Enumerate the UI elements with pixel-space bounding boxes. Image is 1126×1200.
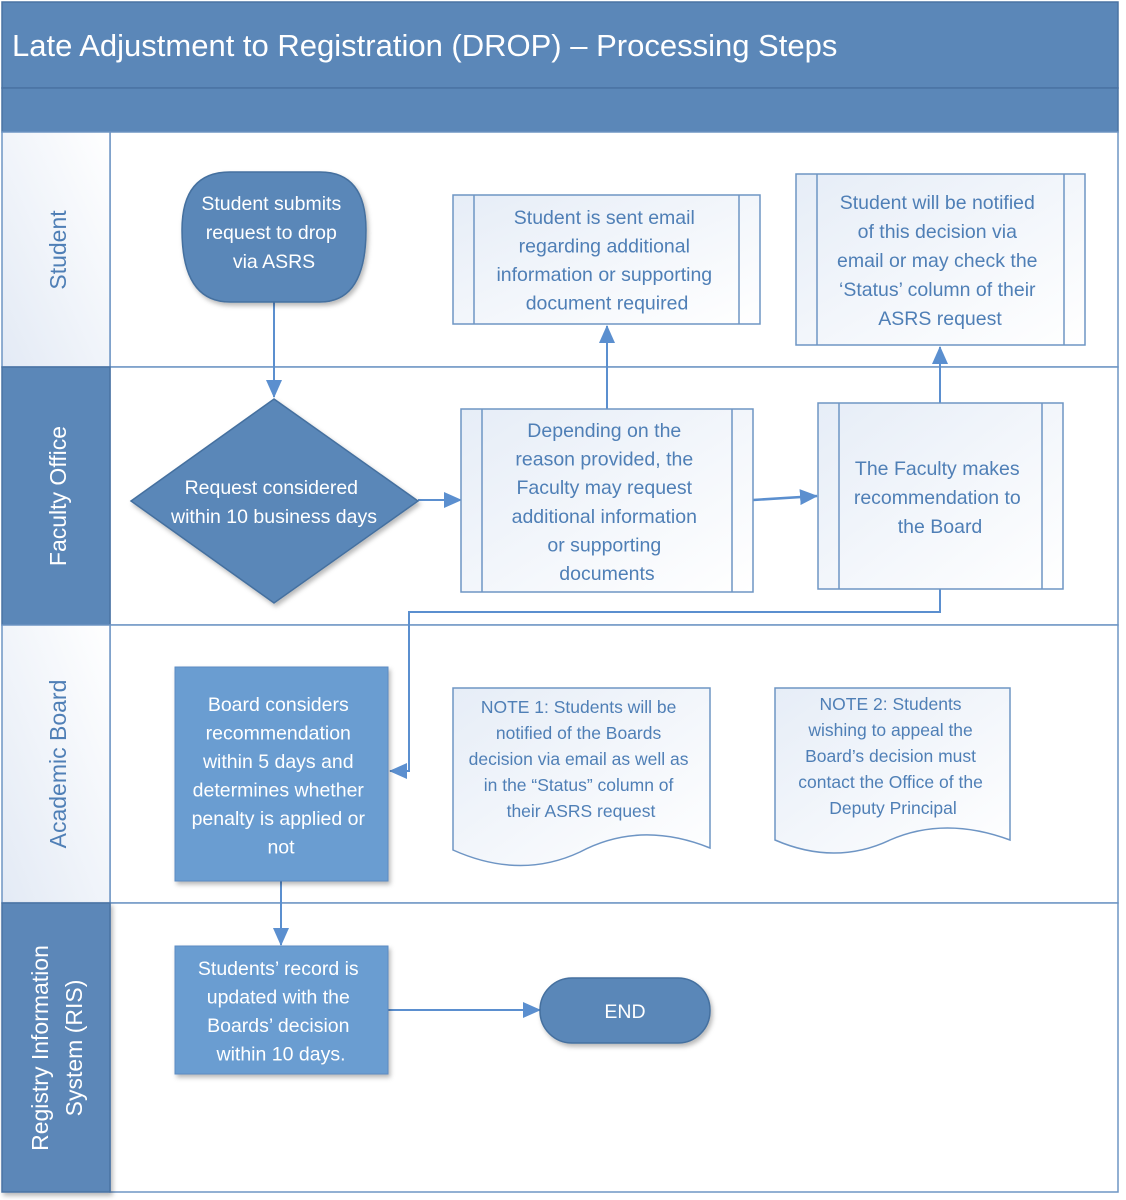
text-line: Deputy Principal: [829, 798, 956, 818]
node-email-required[interactable]: Student is sent email regarding addition…: [452, 194, 761, 325]
text-line: reason provided, the: [515, 449, 693, 471]
text-line: NOTE 2: Students: [820, 694, 962, 714]
lane-ris-label-line1: Registry Information: [27, 945, 53, 1151]
text-line: documents: [559, 563, 655, 585]
text-line: Faculty may request: [517, 477, 693, 499]
text-line: document required: [526, 293, 689, 315]
text-line: via ASRS: [233, 251, 315, 273]
lane-ris-label-line2: System (RIS): [61, 980, 87, 1117]
node-start[interactable]: Student submits request to drop via ASRS: [181, 171, 367, 303]
text-line: ASRS request: [878, 308, 1002, 330]
text-line: The Faculty makes: [855, 458, 1020, 480]
text-line: Depending on the: [527, 420, 681, 442]
lane-student-label: Student: [45, 210, 71, 290]
text-line: additional information: [512, 506, 697, 528]
text-line: Students’ record is: [198, 958, 359, 980]
text-line: recommendation: [206, 723, 351, 745]
header: Late Adjustment to Registration (DROP) –…: [1, 1, 1119, 133]
page-title: Late Adjustment to Registration (DROP) –…: [12, 28, 837, 63]
text-line: Boards’ decision: [207, 1015, 349, 1037]
lane-ris-header: [1, 902, 111, 1193]
text-line: request to drop: [206, 222, 337, 244]
text-line: within 5 days and: [202, 751, 354, 773]
subheader-band: [1, 87, 1119, 133]
node-end[interactable]: END: [539, 977, 711, 1044]
text-line: ‘Status’ column of their: [839, 279, 1036, 301]
node-board-considers[interactable]: Board considers recommendation within 5 …: [174, 666, 389, 882]
text-line: wishing to appeal the: [807, 720, 972, 740]
text-line: penalty is applied or: [192, 808, 366, 830]
node-notified[interactable]: Student will be notified of this decisio…: [795, 173, 1086, 346]
text-line: contact the Office of the: [798, 772, 983, 792]
lane-board-label: Academic Board: [45, 680, 71, 849]
text-line: Student is sent email: [514, 207, 695, 229]
text-line: their ASRS request: [507, 801, 656, 821]
text-line: Student submits: [201, 193, 341, 215]
text-line: determines whether: [193, 780, 365, 802]
lane-faculty-label: Faculty Office: [45, 426, 71, 566]
text-line: notified of the Boards: [496, 723, 662, 743]
text-line: regarding additional: [519, 236, 690, 258]
text-line: Board considers: [208, 694, 349, 716]
text-line: the Board: [898, 516, 983, 538]
text-line: in the “Status” column of: [484, 775, 674, 795]
text-line: Board’s decision must: [805, 746, 976, 766]
text-line: within 10 business days: [170, 506, 377, 528]
text-line: NOTE 1: Students will be: [481, 697, 677, 717]
text-line: of this decision via: [858, 221, 1017, 243]
text-line: email or may check the: [837, 250, 1038, 272]
text-line: information or supporting: [496, 264, 712, 286]
text-line: within 10 days.: [216, 1044, 346, 1066]
text-line: decision via email as well as: [469, 749, 689, 769]
text-line: or supporting: [547, 534, 661, 556]
text-line: Student will be notified: [840, 192, 1035, 214]
node-record-updated[interactable]: Students’ record is updated with the Boa…: [174, 945, 389, 1075]
node-recommendation[interactable]: The Faculty makes recommendation to the …: [817, 402, 1064, 590]
node-request-info[interactable]: Depending on the reason provided, the Fa…: [460, 408, 754, 593]
text-line: updated with the: [207, 987, 350, 1009]
text-line: not: [267, 837, 295, 859]
flowchart: Late Adjustment to Registration (DROP) –…: [1, 1, 1119, 1193]
node-end-text: END: [604, 1001, 645, 1023]
node-note2: NOTE 2: Students wishing to appeal the B…: [774, 687, 1011, 854]
text-line: recommendation to: [854, 487, 1021, 509]
text-line: Request considered: [185, 477, 358, 499]
